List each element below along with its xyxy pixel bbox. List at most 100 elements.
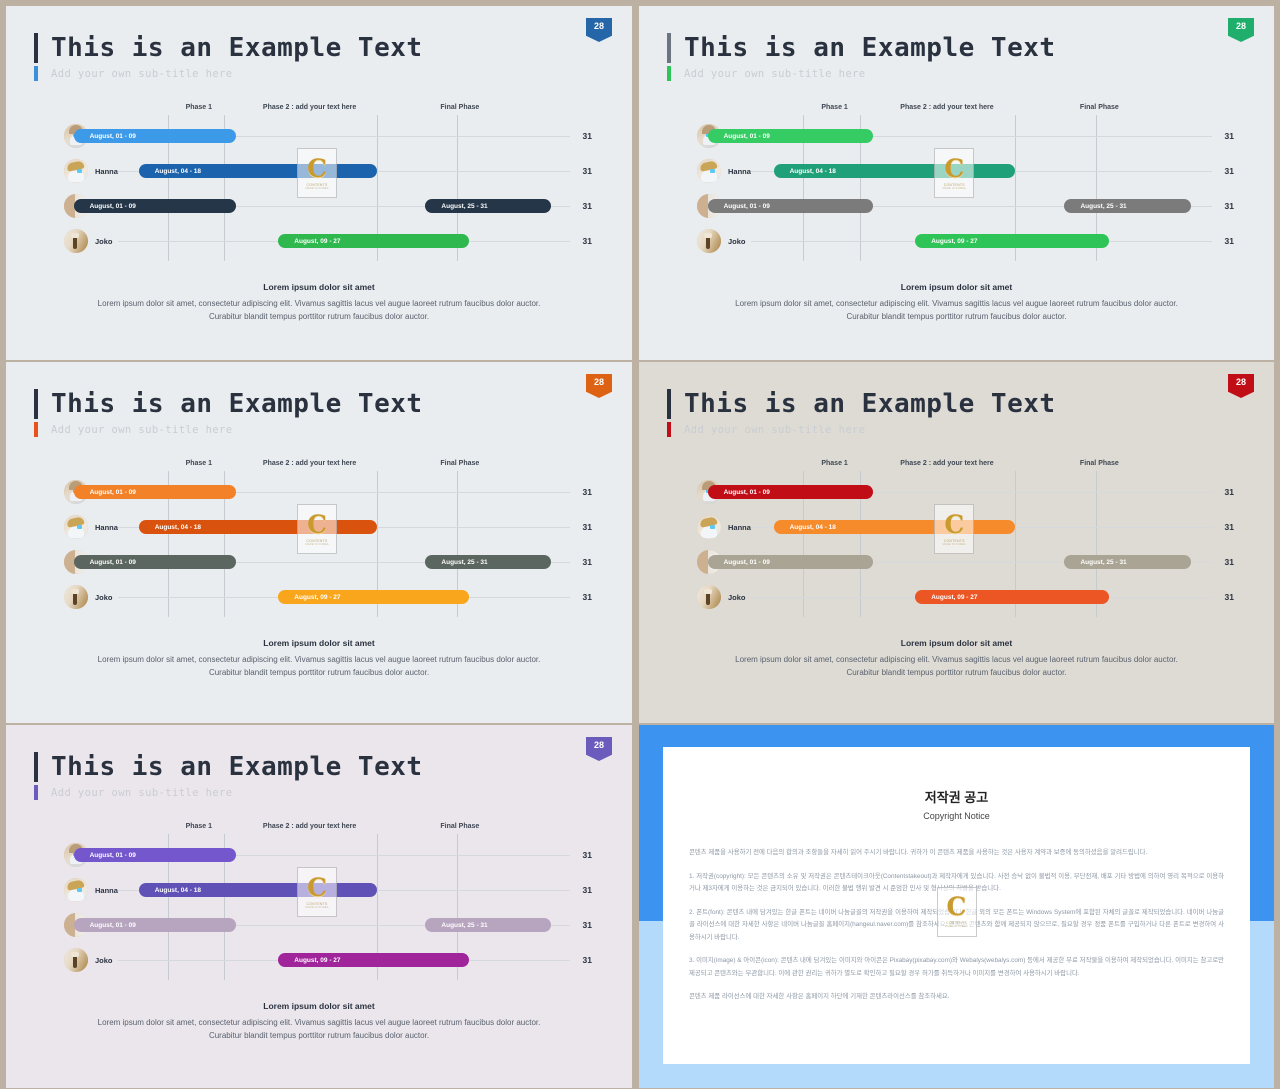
gantt-bar[interactable]: August, 01 - 09 — [707, 129, 873, 143]
phase-label: Phase 1 — [821, 460, 848, 467]
phase-label: Phase 2 : add your text here — [262, 104, 357, 111]
person-name: Joko — [95, 236, 113, 246]
gantt-row-person: Joko — [64, 229, 113, 253]
gantt-bar[interactable]: August, 09 - 27 — [278, 953, 470, 967]
gantt-bar-label: August, 09 - 27 — [931, 237, 978, 245]
row-end-value: 31 — [1224, 522, 1234, 532]
gantt-bar[interactable]: August, 25 - 31 — [1064, 199, 1192, 213]
gantt-bar[interactable]: August, 04 - 18 — [138, 883, 377, 897]
avatar — [697, 159, 721, 183]
gantt-row-person: Hanna — [64, 515, 118, 539]
contents-watermark-logo: C CONTENTS MADE IN KOREA — [936, 886, 977, 937]
gantt-bar[interactable]: August, 01 - 09 — [73, 918, 237, 932]
phase-label: Phase 2 : add your text here — [262, 460, 357, 467]
gantt-row-person: Joko — [697, 585, 746, 609]
gantt-bar-label: August, 01 - 09 — [89, 921, 136, 929]
gantt-row-person: Joko — [64, 948, 113, 972]
page-title: This is an Example Text — [684, 389, 1056, 419]
gantt-chart: Phase 1 Phase 2 : add your text here Final… — [6, 104, 632, 269]
phase-label: Phase 2 : add your text here — [900, 104, 994, 111]
gantt-bar[interactable]: August, 25 - 31 — [425, 918, 551, 932]
slide-orange: 28 This is an Example Text Add your own … — [6, 362, 632, 723]
gantt-bar[interactable]: August, 25 - 31 — [1064, 555, 1192, 569]
gantt-bar-label: August, 04 - 18 — [789, 167, 836, 175]
gantt-row-person: Hanna — [64, 878, 118, 902]
avatar — [697, 585, 721, 609]
caption-title: Lorem ipsum dolor sit amet — [263, 638, 375, 648]
gantt-bar-label: August, 25 - 31 — [441, 202, 488, 210]
page-badge: 28 — [1228, 18, 1254, 42]
gantt-bar[interactable]: August, 09 - 27 — [278, 234, 470, 248]
caption-line-2: Curabitur blandit tempus porttitor rutru… — [208, 312, 430, 321]
gantt-bar[interactable]: August, 04 - 18 — [138, 520, 377, 534]
subtitle-accent-bar — [667, 66, 671, 81]
row-end-value: 31 — [582, 955, 592, 965]
page-title: This is an Example Text — [51, 33, 423, 63]
gantt-bar[interactable]: August, 04 - 18 — [773, 164, 1015, 178]
row-end-value: 31 — [1224, 592, 1234, 602]
gantt-chart: Phase 1 Phase 2 : add your text here Final… — [639, 104, 1274, 269]
gantt-bar[interactable]: August, 01 - 09 — [73, 129, 237, 143]
caption-line-1: Lorem ipsum dolor sit amet, consectetur … — [735, 299, 1178, 308]
gantt-bar[interactable]: August, 01 - 09 — [73, 555, 237, 569]
gantt-bar-label: August, 04 - 18 — [154, 886, 201, 894]
row-end-value: 31 — [582, 236, 592, 246]
gantt-bar[interactable]: August, 04 - 18 — [773, 520, 1015, 534]
phase-label: Phase 2 : add your text here — [900, 460, 994, 467]
gantt-bar[interactable]: August, 01 - 09 — [707, 485, 873, 499]
caption-line-2: Curabitur blandit tempus porttitor rutru… — [846, 312, 1067, 321]
phase-label: Phase 1 — [185, 460, 213, 467]
page-badge: 28 — [1228, 374, 1254, 398]
caption-block: Lorem ipsum dolor sit amet Lorem ipsum d… — [46, 1001, 592, 1042]
caption-block: Lorem ipsum dolor sit amet Lorem ipsum d… — [679, 282, 1234, 323]
gantt-bar[interactable]: August, 04 - 18 — [138, 164, 377, 178]
phase-label: Phase 2 : add your text here — [262, 823, 357, 830]
row-end-value: 31 — [1224, 166, 1234, 176]
caption-block: Lorem ipsum dolor sit amet Lorem ipsum d… — [46, 638, 592, 679]
slide-cell: 28 This is an Example Text Add your own … — [0, 724, 638, 1089]
gantt-bar-label: August, 01 - 09 — [89, 851, 136, 859]
gantt-bar[interactable]: August, 09 - 27 — [915, 590, 1109, 604]
page-badge-number: 28 — [593, 740, 604, 750]
contents-watermark-logo: C CONTENTS MADE IN KOREA — [297, 504, 338, 554]
page-badge-number: 28 — [593, 377, 604, 387]
person-name: Joko — [95, 955, 113, 965]
gantt-bar-label: August, 01 - 09 — [89, 488, 136, 496]
watermark-line2: MADE IN KOREA — [942, 542, 966, 546]
copyright-slide: 저작권 공고 Copyright Notice 콘텐츠 제품을 사용하기 전에 … — [639, 725, 1274, 1088]
gantt-bar[interactable]: August, 01 - 09 — [73, 199, 237, 213]
page-badge: 28 — [586, 737, 612, 761]
person-name: Joko — [728, 592, 746, 602]
gantt-bar-label: August, 01 - 09 — [723, 202, 770, 210]
gantt-bar[interactable]: August, 01 - 09 — [707, 555, 873, 569]
person-name: Hanna — [95, 885, 118, 895]
gantt-bar[interactable]: August, 09 - 27 — [915, 234, 1109, 248]
page-subtitle: Add your own sub-title here — [684, 423, 866, 436]
gantt-bar[interactable]: August, 01 - 09 — [707, 199, 873, 213]
page-badge-number: 28 — [1235, 21, 1246, 31]
caption-line-2: Curabitur blandit tempus porttitor rutru… — [208, 1031, 430, 1040]
slide-grid: 28 This is an Example Text Add your own … — [0, 0, 1280, 1089]
gantt-bar-label: August, 25 - 31 — [1080, 202, 1127, 210]
gantt-bar-label: August, 01 - 09 — [723, 558, 770, 566]
gantt-bar-label: August, 01 - 09 — [89, 132, 136, 140]
watermark-letter: C — [307, 509, 328, 539]
gantt-bar-label: August, 04 - 18 — [789, 523, 836, 531]
title-accent-bar — [34, 389, 38, 419]
gantt-bar-label: August, 04 - 18 — [154, 167, 201, 175]
gantt-bar[interactable]: August, 25 - 31 — [425, 199, 551, 213]
page-subtitle: Add your own sub-title here — [51, 786, 233, 799]
gantt-bar[interactable]: August, 01 - 09 — [73, 848, 237, 862]
gantt-bar[interactable]: August, 01 - 09 — [73, 485, 237, 499]
contents-watermark-logo: C CONTENTS MADE IN KOREA — [297, 148, 338, 198]
page-title: This is an Example Text — [51, 752, 423, 782]
gantt-bar-label: August, 01 - 09 — [723, 132, 770, 140]
gantt-bar[interactable]: August, 09 - 27 — [278, 590, 470, 604]
phase-label: Final Phase — [1079, 104, 1119, 111]
row-end-value: 31 — [582, 166, 592, 176]
person-name: Hanna — [95, 522, 118, 532]
row-end-value: 31 — [1224, 557, 1234, 567]
gantt-bar[interactable]: August, 25 - 31 — [425, 555, 551, 569]
subtitle-accent-bar — [34, 66, 38, 81]
gantt-row-person: Hanna — [697, 515, 751, 539]
